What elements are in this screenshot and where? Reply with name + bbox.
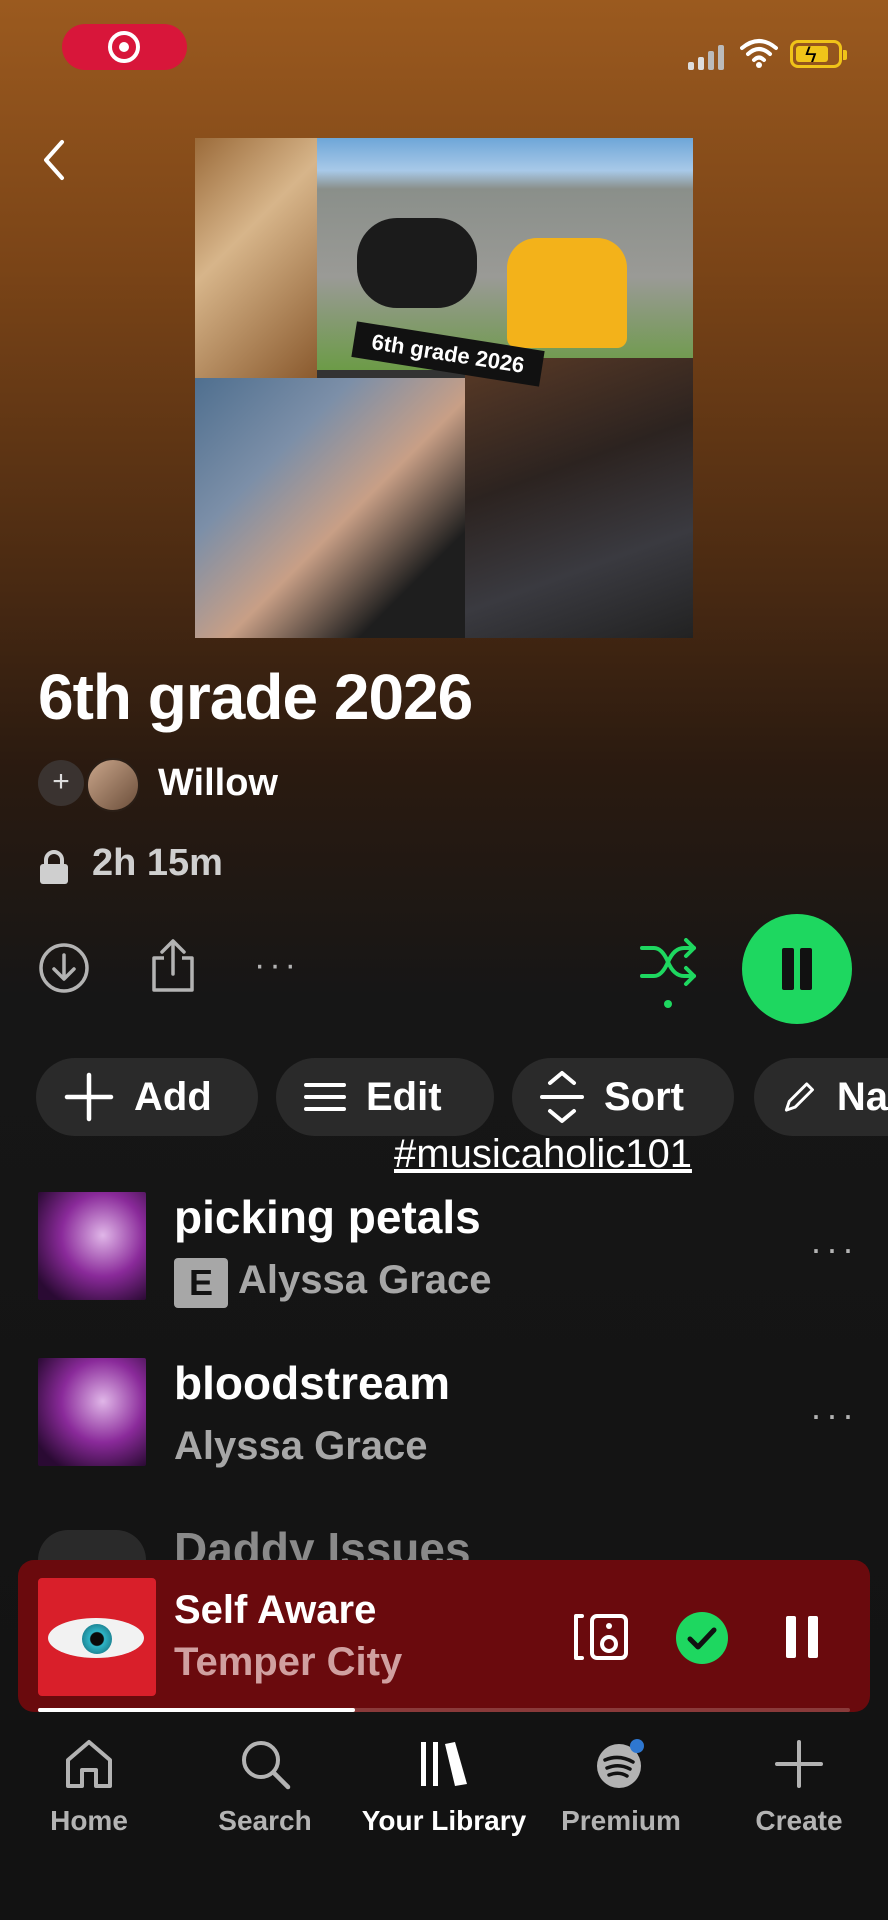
shuffle-active-dot: [664, 1000, 672, 1008]
pause-button[interactable]: [742, 914, 852, 1024]
share-icon[interactable]: [150, 938, 196, 994]
spotify-icon: [597, 1739, 644, 1788]
add-collaborator-button[interactable]: +: [38, 760, 84, 806]
home-icon: [66, 1740, 112, 1788]
now-playing-artist[interactable]: Temper City: [174, 1640, 402, 1685]
pencil-icon: [784, 1082, 814, 1112]
track-artist[interactable]: Alyssa Grace: [174, 1424, 428, 1469]
list-icon: [304, 1083, 346, 1111]
track-artwork[interactable]: [38, 1192, 146, 1300]
saved-check-icon[interactable]: [676, 1612, 728, 1664]
playlist-title: 6th grade 2026: [38, 661, 473, 733]
edit-chip[interactable]: Edit: [276, 1058, 494, 1136]
hashtag-overlay: #musicaholic101: [394, 1132, 692, 1176]
record-icon: [108, 31, 140, 63]
sort-chip[interactable]: Sort: [512, 1058, 734, 1136]
name-chip-label: Na: [836, 1074, 888, 1119]
battery-charging-icon: ϟ: [790, 40, 847, 68]
track-artwork[interactable]: [38, 1358, 146, 1466]
explicit-badge: E: [174, 1258, 228, 1308]
playlist-cover-art: 6th grade 2026: [195, 138, 693, 638]
track-artwork[interactable]: [38, 1530, 146, 1560]
connect-device-icon[interactable]: [572, 1612, 630, 1662]
library-icon: [421, 1742, 467, 1786]
nav-create[interactable]: Create: [714, 1738, 884, 1837]
add-chip[interactable]: Add: [36, 1058, 258, 1136]
nav-your-library[interactable]: Your Library: [359, 1738, 529, 1837]
cellular-signal-icon: [688, 44, 724, 70]
nav-label: Your Library: [361, 1805, 527, 1836]
name-chip[interactable]: Na: [754, 1058, 888, 1136]
shuffle-icon[interactable]: [640, 938, 698, 988]
owner-name[interactable]: Willow: [158, 762, 278, 805]
mini-pause-icon[interactable]: [782, 1614, 822, 1660]
track-more-options-icon[interactable]: ···: [810, 1228, 858, 1270]
plus-icon: [64, 1072, 114, 1122]
sort-chip-label: Sort: [604, 1074, 684, 1119]
nav-label: Create: [755, 1805, 843, 1836]
lock-icon: [40, 850, 68, 884]
search-icon: [242, 1741, 291, 1790]
nav-label: Search: [218, 1805, 312, 1836]
playback-progress-fill: [38, 1708, 355, 1712]
nav-search[interactable]: Search: [180, 1738, 350, 1837]
track-title[interactable]: bloodstream: [174, 1356, 450, 1410]
screen-recording-indicator[interactable]: [62, 24, 187, 70]
nav-label: Premium: [561, 1805, 681, 1836]
download-icon[interactable]: [38, 942, 90, 994]
playlist-duration: 2h 15m: [92, 842, 223, 884]
now-playing-artwork[interactable]: [38, 1578, 156, 1696]
add-chip-label: Add: [134, 1074, 212, 1119]
owner-avatar[interactable]: [86, 758, 140, 812]
nav-label: Home: [50, 1805, 128, 1836]
nav-home[interactable]: Home: [4, 1738, 174, 1837]
back-chevron-icon[interactable]: [38, 138, 70, 182]
wifi-icon: [740, 39, 778, 68]
nav-premium[interactable]: Premium: [536, 1738, 706, 1837]
track-artist[interactable]: Alyssa Grace: [238, 1258, 492, 1303]
edit-chip-label: Edit: [366, 1074, 442, 1119]
track-title[interactable]: picking petals: [174, 1190, 481, 1244]
track-more-options-icon[interactable]: ···: [810, 1394, 858, 1436]
now-playing-title[interactable]: Self Aware: [174, 1588, 376, 1633]
plus-icon: [775, 1740, 823, 1788]
sort-icon: [540, 1071, 584, 1123]
more-options-icon[interactable]: ···: [254, 946, 300, 985]
